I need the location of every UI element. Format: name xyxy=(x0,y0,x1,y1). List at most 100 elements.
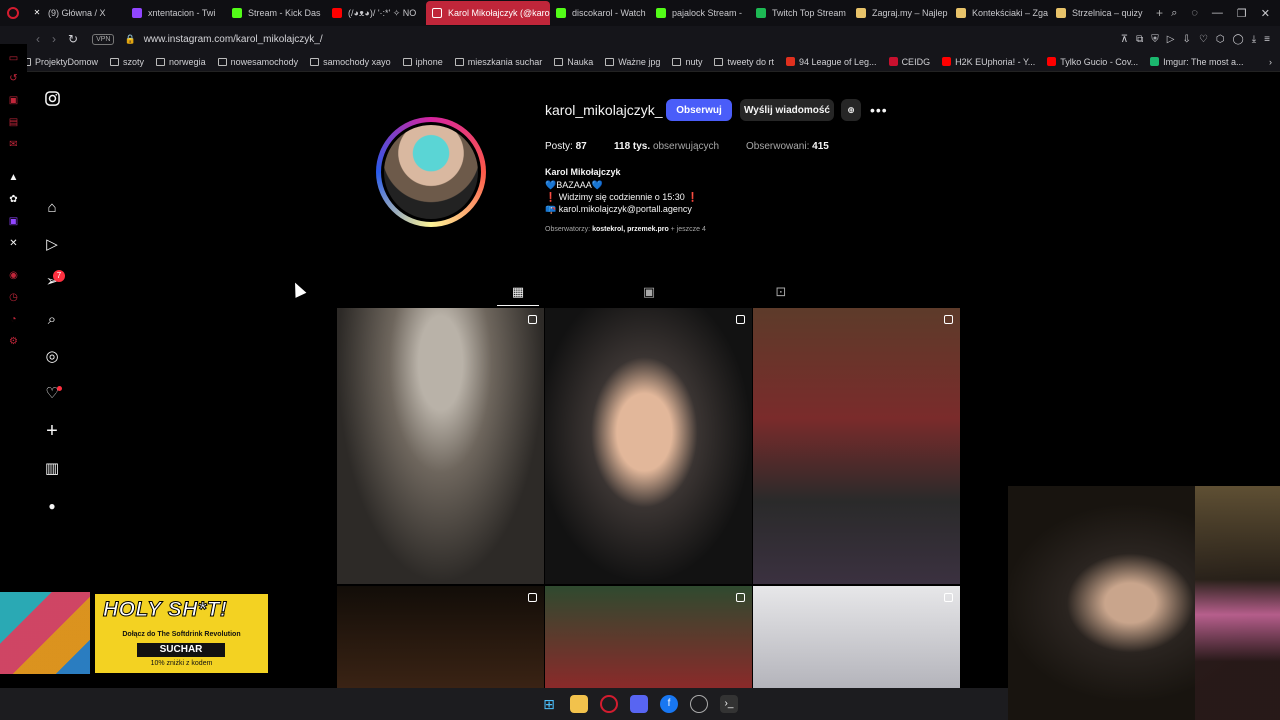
notifications-heart-icon[interactable]: ♡ xyxy=(40,381,64,405)
post-thumbnail[interactable] xyxy=(545,308,752,584)
terminal-icon[interactable]: ›_ xyxy=(720,695,738,713)
wallet-icon[interactable]: ▣ xyxy=(7,95,20,108)
snapshot-icon[interactable]: ◌ xyxy=(1191,7,1198,19)
bookmark-folder[interactable]: mieszkania suchar xyxy=(454,57,542,67)
file-explorer-icon[interactable] xyxy=(570,695,588,713)
post-thumbnail[interactable] xyxy=(753,586,960,688)
windows-start-icon[interactable]: ⊞ xyxy=(540,695,558,713)
bookmark-folder[interactable]: ProjektyDomow xyxy=(22,57,98,67)
bookmark-link[interactable]: 94 League of Leg... xyxy=(785,57,877,67)
suggested-users-button[interactable]: ⊕ xyxy=(841,99,861,121)
tab[interactable]: Twitch Top Stream xyxy=(750,1,850,25)
post-thumbnail[interactable] xyxy=(337,308,544,584)
following-stat[interactable]: Obserwowani: 415 xyxy=(746,141,829,152)
facebook-icon[interactable]: f xyxy=(660,695,678,713)
close-icon[interactable]: ✕ xyxy=(1261,7,1270,20)
home-icon[interactable]: ⌂ xyxy=(40,195,64,219)
forward-icon[interactable]: › xyxy=(52,32,56,46)
messenger-icon[interactable]: ▤ xyxy=(7,117,20,130)
tab[interactable]: (/◕ᴥ◕)/ '·:*' ✧ NO xyxy=(326,1,426,25)
url-field[interactable]: www.instagram.com/karol_mikolajczyk_/ xyxy=(144,34,323,45)
bookmark-folder[interactable]: Ważne jpg xyxy=(605,57,660,67)
tab[interactable]: Stream - Kick Das xyxy=(226,1,326,25)
bookmark-folder[interactable]: tweety do rt xyxy=(714,57,774,67)
menu-icon[interactable]: ≡ xyxy=(1264,34,1270,45)
bookmark-folder[interactable]: Nauka xyxy=(554,57,593,67)
bookmark-link[interactable]: Imgur: The most a... xyxy=(1150,57,1244,67)
tab[interactable]: Strzelnica – quizy xyxy=(1050,1,1150,25)
post-thumbnail[interactable] xyxy=(337,586,544,688)
settings-icon[interactable]: ⚙ xyxy=(7,336,20,349)
profile-avatar-icon[interactable]: ● xyxy=(40,494,64,518)
bookmark-folder[interactable]: samochody xayo xyxy=(310,57,391,67)
tab[interactable]: Kontekściaki – Zga xyxy=(950,1,1050,25)
pin-icon[interactable]: ⊼ xyxy=(1121,34,1128,45)
search-icon[interactable]: ⌕ xyxy=(1171,7,1177,20)
chatgpt-icon[interactable]: ✿ xyxy=(7,194,20,207)
lock-icon[interactable]: 🔒 xyxy=(124,34,135,45)
aria-icon[interactable]: ▭ xyxy=(7,53,20,66)
adblock-icon[interactable]: ⛨ xyxy=(1151,34,1159,45)
followed-by[interactable]: Obserwatorzy: kostekrol, przemek.pro + j… xyxy=(545,226,706,233)
search-icon[interactable]: ⌕ xyxy=(40,307,64,331)
download-arrow-icon[interactable]: ⇩ xyxy=(1182,34,1190,45)
profile-avatar[interactable] xyxy=(381,122,481,222)
bookmarks-overflow-icon[interactable]: › xyxy=(1269,57,1272,67)
heart-icon[interactable]: ♡ xyxy=(1199,34,1208,45)
bookmark-folder[interactable]: iphone xyxy=(402,57,443,67)
follow-button[interactable]: Obserwuj xyxy=(666,99,732,121)
arrow-icon[interactable]: ▲ xyxy=(7,172,20,185)
reels-icon[interactable]: ▷ xyxy=(40,232,64,256)
bookmark-link[interactable]: Tylko Gucio - Cov... xyxy=(1047,57,1138,67)
mail-icon[interactable]: ✉ xyxy=(7,139,20,152)
folder-icon xyxy=(714,57,724,66)
twitch-icon[interactable]: ▣ xyxy=(7,216,20,229)
bookmark-link[interactable]: H2K EUphoria! - Y... xyxy=(942,57,1035,67)
posts-grid-tab-icon[interactable]: ▦ xyxy=(510,284,526,300)
opera-logo-icon[interactable] xyxy=(0,0,26,26)
profile-icon[interactable]: ◯ xyxy=(1233,34,1244,45)
discord-icon[interactable] xyxy=(630,695,648,713)
extensions-icon[interactable]: ⬡ xyxy=(1216,34,1225,45)
create-icon[interactable]: + xyxy=(40,419,64,443)
tab[interactable]: Zagraj.my – Najlep xyxy=(850,1,950,25)
downloads-icon[interactable]: ⤓ xyxy=(1252,34,1256,45)
tab[interactable]: pajalock Stream - xyxy=(650,1,750,25)
bookmark-link[interactable]: CEIDG xyxy=(888,57,930,67)
bookmark-folder[interactable]: nowesamochody xyxy=(217,57,298,67)
instagram-logo-icon[interactable] xyxy=(40,86,64,110)
opera-icon[interactable] xyxy=(600,695,618,713)
explore-icon[interactable]: ◎ xyxy=(40,344,64,368)
send-message-button[interactable]: Wyślij wiadomość xyxy=(740,99,834,121)
vpn-badge[interactable]: VPN xyxy=(92,33,115,45)
screenshot-icon[interactable]: ⧉ xyxy=(1136,34,1143,45)
reels-tab-icon[interactable]: ▣ xyxy=(641,284,657,300)
followers-stat[interactable]: 118 tys. obserwujących xyxy=(614,141,719,152)
back-icon[interactable]: ‹ xyxy=(36,32,40,46)
tab[interactable]: xntentacion - Twi xyxy=(126,1,226,25)
bookmark-folder[interactable]: norwegia xyxy=(156,57,206,67)
x-icon[interactable]: ✕ xyxy=(7,238,20,251)
clock-icon[interactable]: ◷ xyxy=(7,292,20,305)
new-tab-button[interactable]: + xyxy=(1150,1,1170,25)
tagged-tab-icon[interactable]: ⊡ xyxy=(773,284,789,300)
maximize-icon[interactable]: ❐ xyxy=(1237,7,1247,20)
minimize-icon[interactable]: — xyxy=(1212,7,1223,19)
post-thumbnail[interactable] xyxy=(545,586,752,688)
bookmark-folder[interactable]: szoty xyxy=(110,57,144,67)
dashboard-icon[interactable]: ▥ xyxy=(40,456,64,480)
history-icon[interactable]: ↺ xyxy=(7,73,20,86)
play-icon[interactable]: ▷ xyxy=(1167,34,1175,45)
sponsor-subtitle: Dołącz do The Softdrink Revolution xyxy=(122,631,241,638)
post-thumbnail[interactable] xyxy=(753,308,960,584)
player-icon[interactable]: ◉ xyxy=(7,270,20,283)
obs-icon[interactable] xyxy=(690,695,708,713)
reload-icon[interactable]: ↻ xyxy=(68,32,78,46)
tab[interactable]: discokarol - Watch xyxy=(550,1,650,25)
tab[interactable]: ✕ (9) Główna / X xyxy=(26,1,126,25)
bookmark-folder[interactable]: nuty xyxy=(672,57,702,67)
tab-active[interactable]: Karol Mikołajczyk (@karo xyxy=(426,1,550,25)
more-options-icon[interactable]: ••• xyxy=(870,102,888,118)
bio-line[interactable]: 📪 karol.mikolajczyk@portall.agency xyxy=(545,204,692,215)
pinboard-icon[interactable]: ◔ xyxy=(7,314,20,327)
